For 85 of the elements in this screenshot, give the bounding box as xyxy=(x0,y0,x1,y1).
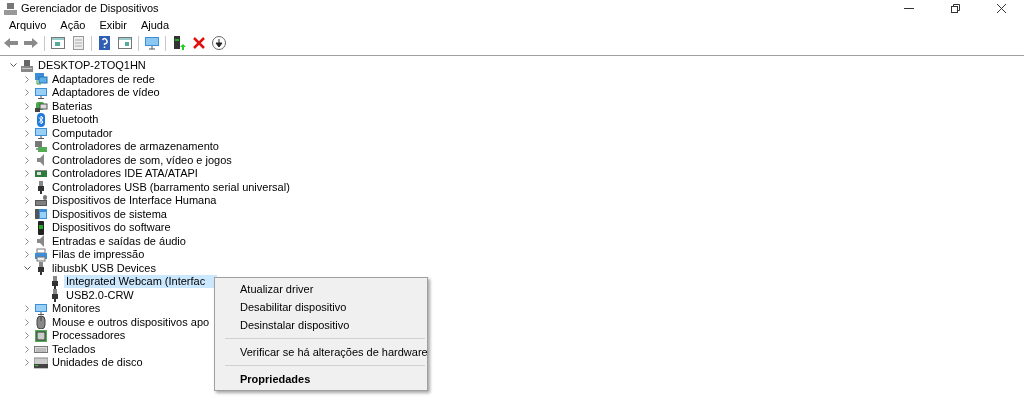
expand-icon[interactable] xyxy=(24,237,30,245)
menu-item[interactable]: Propriedades xyxy=(215,370,427,388)
tree-item[interactable]: Adaptadores de rede xyxy=(50,72,157,86)
back-icon xyxy=(3,35,19,51)
tree-item[interactable]: Baterias xyxy=(50,99,95,113)
menu-item[interactable]: Desabilitar dispositivo xyxy=(215,298,427,316)
forward-icon xyxy=(23,35,39,51)
tree-item[interactable]: Entradas e saídas de áudio xyxy=(50,234,188,248)
expand-icon[interactable] xyxy=(24,318,30,326)
help-icon xyxy=(97,35,113,51)
battery-icon xyxy=(34,99,48,114)
expand-icon[interactable] xyxy=(24,305,30,313)
mouse-icon xyxy=(34,315,48,330)
tree-item[interactable]: Integrated Webcam (Interfac xyxy=(64,275,218,289)
collapse-icon[interactable] xyxy=(23,265,31,271)
close-icon xyxy=(996,4,1006,13)
expand-icon[interactable] xyxy=(24,75,30,83)
tree-item[interactable]: Controladores de som, vídeo e jogos xyxy=(50,153,234,167)
tree-item[interactable]: Dispositivos de sistema xyxy=(50,207,169,221)
tree-item[interactable]: libusbK USB Devices xyxy=(50,261,158,275)
expand-icon[interactable] xyxy=(24,224,30,232)
expand-icon[interactable] xyxy=(24,210,30,218)
toolbar-button[interactable] xyxy=(211,35,227,51)
menu-item[interactable]: Verificar se há alterações de hardware xyxy=(215,343,427,361)
expand-icon[interactable] xyxy=(24,143,30,151)
update-driver-icon xyxy=(171,35,187,51)
tree-item[interactable]: Controladores IDE ATA/ATAPI xyxy=(50,167,200,181)
tree-item[interactable]: Computador xyxy=(50,126,115,140)
expand-icon[interactable] xyxy=(24,102,30,110)
delete-icon xyxy=(191,35,207,51)
collapse-icon[interactable] xyxy=(9,63,17,69)
tree-item[interactable]: Monitores xyxy=(50,302,103,316)
toolbar-button[interactable] xyxy=(171,35,187,51)
printer-icon xyxy=(34,247,48,262)
app-icon xyxy=(4,2,17,15)
tree-item[interactable]: Filas de impressão xyxy=(50,248,147,262)
restore-icon xyxy=(950,4,960,13)
expand-icon[interactable] xyxy=(24,345,30,353)
expand-icon[interactable] xyxy=(24,170,30,178)
tree-item[interactable]: DESKTOP-2TOQ1HN xyxy=(36,59,148,73)
menu-item[interactable]: Ajuda xyxy=(133,17,177,34)
processor-icon xyxy=(34,328,48,343)
document-icon xyxy=(70,35,86,51)
expand-icon[interactable] xyxy=(24,332,30,340)
tree-item[interactable]: Dispositivos do software xyxy=(50,221,173,235)
window-icon xyxy=(117,35,133,51)
tree-item[interactable]: USB2.0-CRW xyxy=(64,288,136,302)
expand-icon[interactable] xyxy=(24,129,30,137)
menu-item[interactable]: Arquivo xyxy=(2,17,54,34)
monitor-icon xyxy=(34,126,48,141)
expand-icon[interactable] xyxy=(24,197,30,205)
toolbar-button[interactable] xyxy=(97,35,113,51)
minimize-icon xyxy=(904,8,914,9)
menu-item[interactable]: Ação xyxy=(53,17,93,34)
window-title: Gerenciador de Dispositivos xyxy=(21,1,159,17)
tree-item[interactable]: Bluetooth xyxy=(50,113,101,127)
network-icon xyxy=(34,72,48,87)
menu-item[interactable]: Exibir xyxy=(92,17,134,34)
tree-item[interactable]: Dispositivos de Interface Humana xyxy=(50,194,219,208)
tree-item[interactable]: Unidades de disco xyxy=(50,356,145,370)
expand-icon[interactable] xyxy=(24,183,30,191)
menu-item[interactable]: Desinstalar dispositivo xyxy=(215,316,427,334)
folder-icon xyxy=(34,207,48,222)
expand-icon[interactable] xyxy=(24,156,30,164)
expand-icon[interactable] xyxy=(24,116,30,124)
tree-item[interactable]: Adaptadores de vídeo xyxy=(50,86,162,100)
monitor-icon xyxy=(34,301,48,316)
expand-icon[interactable] xyxy=(24,359,30,367)
computer-icon xyxy=(20,58,34,73)
download-icon xyxy=(211,35,227,51)
storage-icon xyxy=(34,139,48,154)
monitor-icon xyxy=(34,85,48,100)
keyboard-mouse-icon xyxy=(34,193,48,208)
panel-icon xyxy=(50,35,66,51)
menu-item[interactable]: Atualizar driver xyxy=(215,280,427,298)
tree-item[interactable]: Mouse e outros dispositivos apo xyxy=(50,315,212,329)
expand-icon[interactable] xyxy=(24,89,30,97)
tree-item[interactable]: Controladores de armazenamento xyxy=(50,140,221,154)
tree-item[interactable]: Processadores xyxy=(50,329,128,343)
monitor-icon xyxy=(144,35,160,51)
tree-item[interactable]: Controladores USB (barramento serial universal) xyxy=(50,180,292,194)
bluetooth-icon xyxy=(34,112,48,127)
tree-item[interactable]: Teclados xyxy=(50,342,98,356)
expand-icon[interactable] xyxy=(24,251,30,259)
disk-drive-icon xyxy=(34,355,48,370)
